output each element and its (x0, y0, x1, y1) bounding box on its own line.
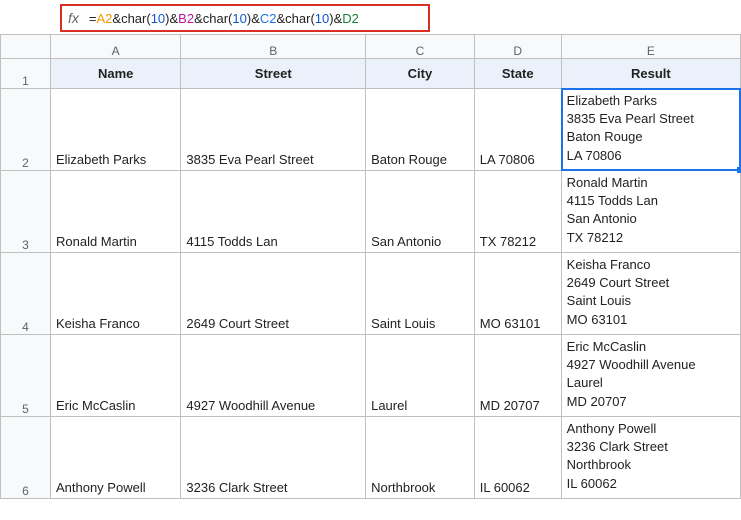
ref-d2: D2 (342, 11, 359, 26)
cell-b4[interactable]: 2649 Court Street (181, 253, 366, 335)
cell-text: Anthony Powell (51, 477, 180, 498)
char-open: char( (285, 11, 315, 26)
cell-text: 4927 Woodhill Avenue (181, 395, 365, 416)
cell-d2[interactable]: LA 70806 (474, 89, 561, 171)
row-head-6[interactable]: 6 (1, 417, 51, 499)
row-head-3[interactable]: 3 (1, 171, 51, 253)
cell-b6[interactable]: 3236 Clark Street (181, 417, 366, 499)
col-head-a[interactable]: A (50, 35, 180, 59)
cell-text: 3236 Clark Street (181, 477, 365, 498)
row-head-2[interactable]: 2 (1, 89, 51, 171)
num-10: 10 (151, 11, 165, 26)
header-city[interactable]: City (366, 59, 475, 89)
cell-e3[interactable]: Ronald Martin 4115 Todds Lan San Antonio… (561, 171, 740, 253)
col-head-e[interactable]: E (561, 35, 740, 59)
ref-a2: A2 (96, 11, 112, 26)
cell-text: San Antonio (366, 231, 474, 252)
cell-text: Eric McCaslin (51, 395, 180, 416)
fx-icon: fx (62, 10, 89, 26)
cell-c5[interactable]: Laurel (366, 335, 475, 417)
cell-e5[interactable]: Eric McCaslin 4927 Woodhill Avenue Laure… (561, 335, 740, 417)
formula-content[interactable]: =A2&char(10)&B2&char(10)&C2&char(10)&D2 (89, 11, 359, 26)
spreadsheet-grid[interactable]: A B C D E 1 Name Street City State Resul… (0, 34, 741, 499)
char-open: char( (121, 11, 151, 26)
cell-text: Elizabeth Parks (51, 149, 180, 170)
ref-b2: B2 (178, 11, 194, 26)
cell-text: 2649 Court Street (181, 313, 365, 334)
amp: & (251, 11, 260, 26)
cell-e4[interactable]: Keisha Franco 2649 Court Street Saint Lo… (561, 253, 740, 335)
cell-e6[interactable]: Anthony Powell 3236 Clark Street Northbr… (561, 417, 740, 499)
cell-text: 4115 Todds Lan (181, 231, 365, 252)
amp: & (112, 11, 121, 26)
cell-a5[interactable]: Eric McCaslin (50, 335, 180, 417)
char-open: char( (203, 11, 233, 26)
cell-text: Keisha Franco (51, 313, 180, 334)
cell-b2[interactable]: 3835 Eva Pearl Street (181, 89, 366, 171)
cell-text: Laurel (366, 395, 474, 416)
col-head-d[interactable]: D (474, 35, 561, 59)
cell-text: TX 78212 (475, 231, 561, 252)
cell-text: Saint Louis (366, 313, 474, 334)
cell-text: Anthony Powell 3236 Clark Street Northbr… (562, 417, 740, 496)
row-head-1[interactable]: 1 (1, 59, 51, 89)
cell-d4[interactable]: MO 63101 (474, 253, 561, 335)
cell-c2[interactable]: Baton Rouge (366, 89, 475, 171)
cell-text: Baton Rouge (366, 149, 474, 170)
cell-text: IL 60062 (475, 477, 561, 498)
col-head-c[interactable]: C (366, 35, 475, 59)
cell-text: Eric McCaslin 4927 Woodhill Avenue Laure… (562, 335, 740, 414)
cell-text: Northbrook (366, 477, 474, 498)
amp: & (334, 11, 343, 26)
cell-text: MD 20707 (475, 395, 561, 416)
cell-text: MO 63101 (475, 313, 561, 334)
cell-a2[interactable]: Elizabeth Parks (50, 89, 180, 171)
row-head-4[interactable]: 4 (1, 253, 51, 335)
cell-c3[interactable]: San Antonio (366, 171, 475, 253)
cell-c6[interactable]: Northbrook (366, 417, 475, 499)
cell-text: 3835 Eva Pearl Street (181, 149, 365, 170)
header-street[interactable]: Street (181, 59, 366, 89)
cell-text: Ronald Martin (51, 231, 180, 252)
cell-e2-selected[interactable]: Elizabeth Parks 3835 Eva Pearl Street Ba… (561, 89, 740, 171)
cell-d6[interactable]: IL 60062 (474, 417, 561, 499)
cell-b3[interactable]: 4115 Todds Lan (181, 171, 366, 253)
cell-d5[interactable]: MD 20707 (474, 335, 561, 417)
num-10: 10 (315, 11, 329, 26)
cell-d3[interactable]: TX 78212 (474, 171, 561, 253)
amp: & (170, 11, 179, 26)
cell-a3[interactable]: Ronald Martin (50, 171, 180, 253)
ref-c2: C2 (260, 11, 277, 26)
cell-text: Ronald Martin 4115 Todds Lan San Antonio… (562, 171, 740, 250)
num-10: 10 (232, 11, 246, 26)
cell-c4[interactable]: Saint Louis (366, 253, 475, 335)
header-name[interactable]: Name (50, 59, 180, 89)
cell-b5[interactable]: 4927 Woodhill Avenue (181, 335, 366, 417)
col-head-b[interactable]: B (181, 35, 366, 59)
formula-bar[interactable]: fx =A2&char(10)&B2&char(10)&C2&char(10)&… (60, 4, 430, 32)
cell-text: LA 70806 (475, 149, 561, 170)
amp: & (194, 11, 203, 26)
header-result[interactable]: Result (561, 59, 740, 89)
amp: & (276, 11, 285, 26)
row-head-5[interactable]: 5 (1, 335, 51, 417)
select-all-corner[interactable] (1, 35, 51, 59)
cell-text: Elizabeth Parks 3835 Eva Pearl Street Ba… (562, 89, 740, 168)
header-state[interactable]: State (474, 59, 561, 89)
cell-text: Keisha Franco 2649 Court Street Saint Lo… (562, 253, 740, 332)
cell-a6[interactable]: Anthony Powell (50, 417, 180, 499)
cell-a4[interactable]: Keisha Franco (50, 253, 180, 335)
